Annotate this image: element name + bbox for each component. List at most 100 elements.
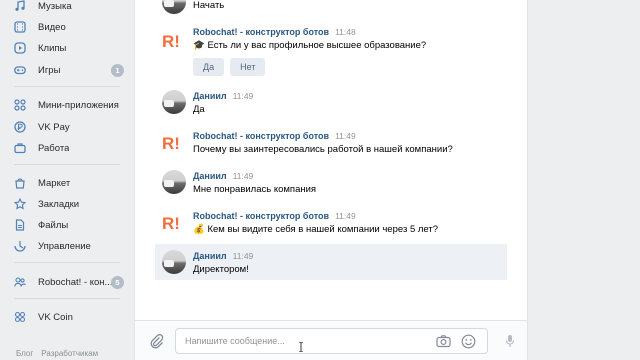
message-header: Robochat! - конструктор ботов 11:49 — [193, 131, 356, 141]
nav-divider — [14, 262, 120, 263]
camera-icon[interactable] — [436, 334, 451, 349]
message-item: R! Robochat! - конструктор ботов 11:49 П… — [135, 128, 527, 160]
message-item: R! Robochat! - конструктор ботов 11:48 🎓… — [135, 26, 527, 82]
nav-label: Закладки — [38, 198, 80, 210]
nav-item-mini-apps[interactable]: Мини-приложения — [14, 96, 130, 114]
message-item: Даниил 11:49 Да — [135, 88, 527, 120]
paperclip-icon[interactable] — [148, 333, 164, 349]
message-time: 11:49 — [232, 251, 254, 261]
message-author[interactable]: Robochat! - конструктор ботов — [193, 211, 329, 221]
vk-coin-icon — [14, 311, 26, 323]
nav-item-music[interactable]: Музыка — [14, 0, 130, 15]
vk-messenger-page: Музыка Видео Клипы Игры 1 Мини-приложени… — [0, 0, 640, 360]
manage-icon — [14, 240, 26, 252]
nav-label: Клипы — [38, 42, 67, 54]
keyboard-button-no[interactable]: Нет — [230, 58, 266, 76]
nav-divider — [14, 298, 120, 299]
nav-label: Музыка — [38, 0, 72, 12]
nav-item-files[interactable]: Файлы — [14, 216, 130, 234]
user-avatar[interactable] — [162, 170, 186, 194]
message-author[interactable]: Robochat! - конструктор ботов — [193, 27, 329, 37]
message-text: Директором! — [193, 264, 249, 275]
nav-label: Игры — [38, 64, 61, 76]
message-item-highlighted: Даниил 11:49 Директором! — [155, 244, 507, 280]
nav-item-vk-pay[interactable]: VK Pay — [14, 118, 130, 136]
robochat-logo-avatar[interactable]: R! — [162, 131, 186, 155]
vk-pay-icon — [14, 121, 26, 133]
message-item: R! Robochat! - конструктор ботов 11:49 💰… — [135, 208, 527, 240]
work-icon — [14, 142, 26, 154]
nav-divider — [14, 164, 120, 165]
robochat-logo-avatar[interactable]: R! — [162, 211, 186, 235]
message-text: Почему вы заинтересовались работой в наш… — [193, 144, 453, 155]
nav-label: Файлы — [38, 219, 69, 231]
nav-label: Мини-приложения — [38, 99, 119, 111]
video-icon — [14, 21, 26, 33]
games-icon — [14, 64, 26, 76]
nav-item-work[interactable]: Работа — [14, 139, 130, 157]
svg-text:R!: R! — [162, 134, 180, 152]
message-time: 11:48 — [335, 27, 356, 37]
text-cursor-icon — [299, 342, 303, 352]
svg-text:R!: R! — [162, 32, 180, 50]
nav-divider — [14, 86, 120, 87]
market-icon — [14, 177, 26, 189]
message-time: 11:49 — [232, 171, 254, 181]
message-author[interactable]: Даниил — [193, 171, 227, 181]
footer-link-blog[interactable]: Блог — [16, 349, 33, 358]
user-avatar[interactable] — [162, 90, 186, 114]
nav-label: Видео — [38, 21, 66, 33]
robochat-logo-icon: R! — [162, 214, 180, 232]
nav-item-video[interactable]: Видео — [14, 18, 130, 36]
message-text: Да — [193, 104, 205, 115]
keyboard-button-yes[interactable]: Да — [193, 58, 225, 76]
svg-text:R!: R! — [162, 214, 180, 232]
footer-link-developers[interactable]: Разработчикам — [41, 349, 98, 358]
bookmarks-icon — [14, 198, 26, 210]
community-counter-badge: 5 — [111, 276, 124, 289]
message-composer: Напишите сообщение... — [134, 320, 528, 360]
message-author[interactable]: Robochat! - конструктор ботов — [193, 131, 329, 141]
bot-keyboard: Да Нет — [193, 58, 266, 76]
message-text: 🎓 Есть ли у вас профильное высшее образо… — [193, 40, 427, 51]
message-text: Мне понравилась компания — [193, 184, 317, 195]
message-author[interactable]: Даниил — [193, 251, 227, 261]
message-input[interactable]: Напишите сообщение... — [175, 328, 488, 354]
user-avatar[interactable] — [162, 0, 186, 14]
user-avatar[interactable] — [162, 250, 186, 274]
message-item: Даниил 11:49 Мне понравилась компания — [135, 168, 527, 200]
nav-label: Маркет — [38, 177, 71, 189]
message-header: Robochat! - конструктор ботов 11:49 — [193, 211, 356, 221]
emoji-smile-icon[interactable] — [461, 334, 476, 349]
left-navigation: Музыка Видео Клипы Игры 1 Мини-приложени… — [0, 0, 134, 360]
nav-item-manage[interactable]: Управление — [14, 237, 130, 255]
robochat-logo-avatar[interactable]: R! — [162, 29, 186, 53]
chat-history: Начать R! Robochat! - конструктор ботов … — [134, 0, 528, 360]
nav-item-games[interactable]: Игры 1 — [14, 61, 130, 79]
message-header: Даниил 11:49 — [193, 91, 253, 101]
nav-label: VK Coin — [38, 311, 73, 323]
message-author[interactable]: Даниил — [193, 91, 227, 101]
nav-item-bookmarks[interactable]: Закладки — [14, 195, 130, 213]
community-icon — [14, 276, 26, 288]
message-time: 11:49 — [232, 91, 254, 101]
nav-item-robochat-community[interactable]: Robochat! - кон... 5 — [14, 273, 130, 291]
nav-label: VK Pay — [38, 121, 70, 133]
nav-label: Управление — [38, 240, 91, 252]
music-icon — [14, 0, 26, 12]
sidebar-footer-links: Блог Разработчикам — [16, 349, 98, 358]
robochat-logo-icon: R! — [162, 134, 180, 152]
voice-message-icon[interactable] — [505, 334, 515, 348]
nav-item-market[interactable]: Маркет — [14, 174, 130, 192]
mini-apps-icon — [14, 99, 26, 111]
message-text: Начать — [193, 0, 225, 11]
message-header: Robochat! - конструктор ботов 11:48 — [193, 27, 356, 37]
nav-label: Работа — [38, 142, 70, 154]
message-time: 11:49 — [335, 211, 356, 221]
message-header: Даниил 11:49 — [193, 171, 253, 181]
robochat-logo-icon: R! — [162, 32, 180, 50]
nav-item-clips[interactable]: Клипы — [14, 39, 130, 57]
games-counter-badge: 1 — [111, 64, 124, 77]
nav-label: Robochat! - кон... — [38, 276, 113, 288]
nav-item-vk-coin[interactable]: VK Coin — [14, 308, 130, 326]
